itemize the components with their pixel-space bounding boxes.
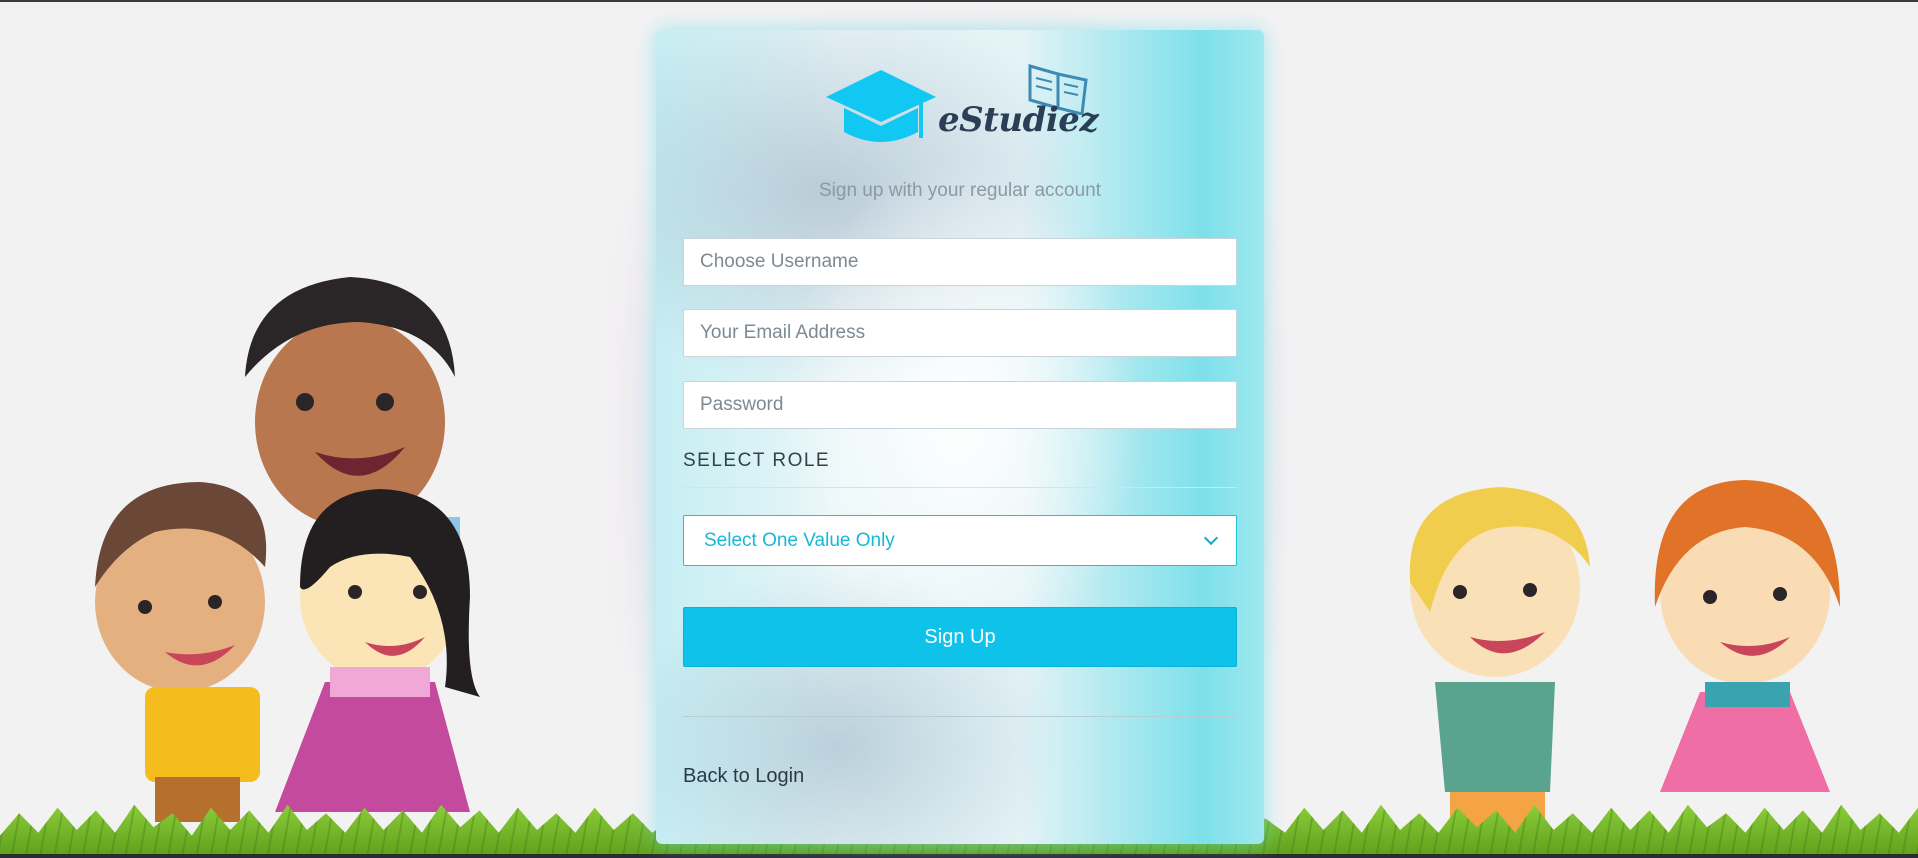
email-input[interactable] bbox=[683, 309, 1237, 357]
password-input[interactable] bbox=[683, 381, 1237, 429]
bottom-bar bbox=[0, 854, 1918, 858]
graduation-cap-icon bbox=[826, 70, 936, 142]
signup-card: eStudiez Sign up with your regular accou… bbox=[656, 30, 1264, 844]
signup-subtitle: Sign up with your regular account bbox=[819, 180, 1101, 201]
chevron-down-icon bbox=[1203, 530, 1219, 545]
sign-up-button[interactable]: Sign Up bbox=[683, 607, 1237, 667]
kids-illustration-left bbox=[95, 277, 480, 822]
brand-name: eStudiez bbox=[938, 100, 1099, 140]
role-select[interactable]: Select One Value Only bbox=[683, 515, 1237, 566]
username-input[interactable] bbox=[683, 238, 1237, 286]
select-role-label: SELECT ROLE bbox=[683, 450, 831, 471]
role-select-value: Select One Value Only bbox=[704, 529, 895, 551]
role-divider bbox=[683, 487, 1237, 488]
back-to-login-link[interactable]: Back to Login bbox=[683, 765, 804, 788]
brand-logo: eStudiez bbox=[826, 60, 1099, 155]
kids-illustration-right bbox=[1409, 480, 1840, 832]
bottom-divider bbox=[683, 716, 1237, 717]
